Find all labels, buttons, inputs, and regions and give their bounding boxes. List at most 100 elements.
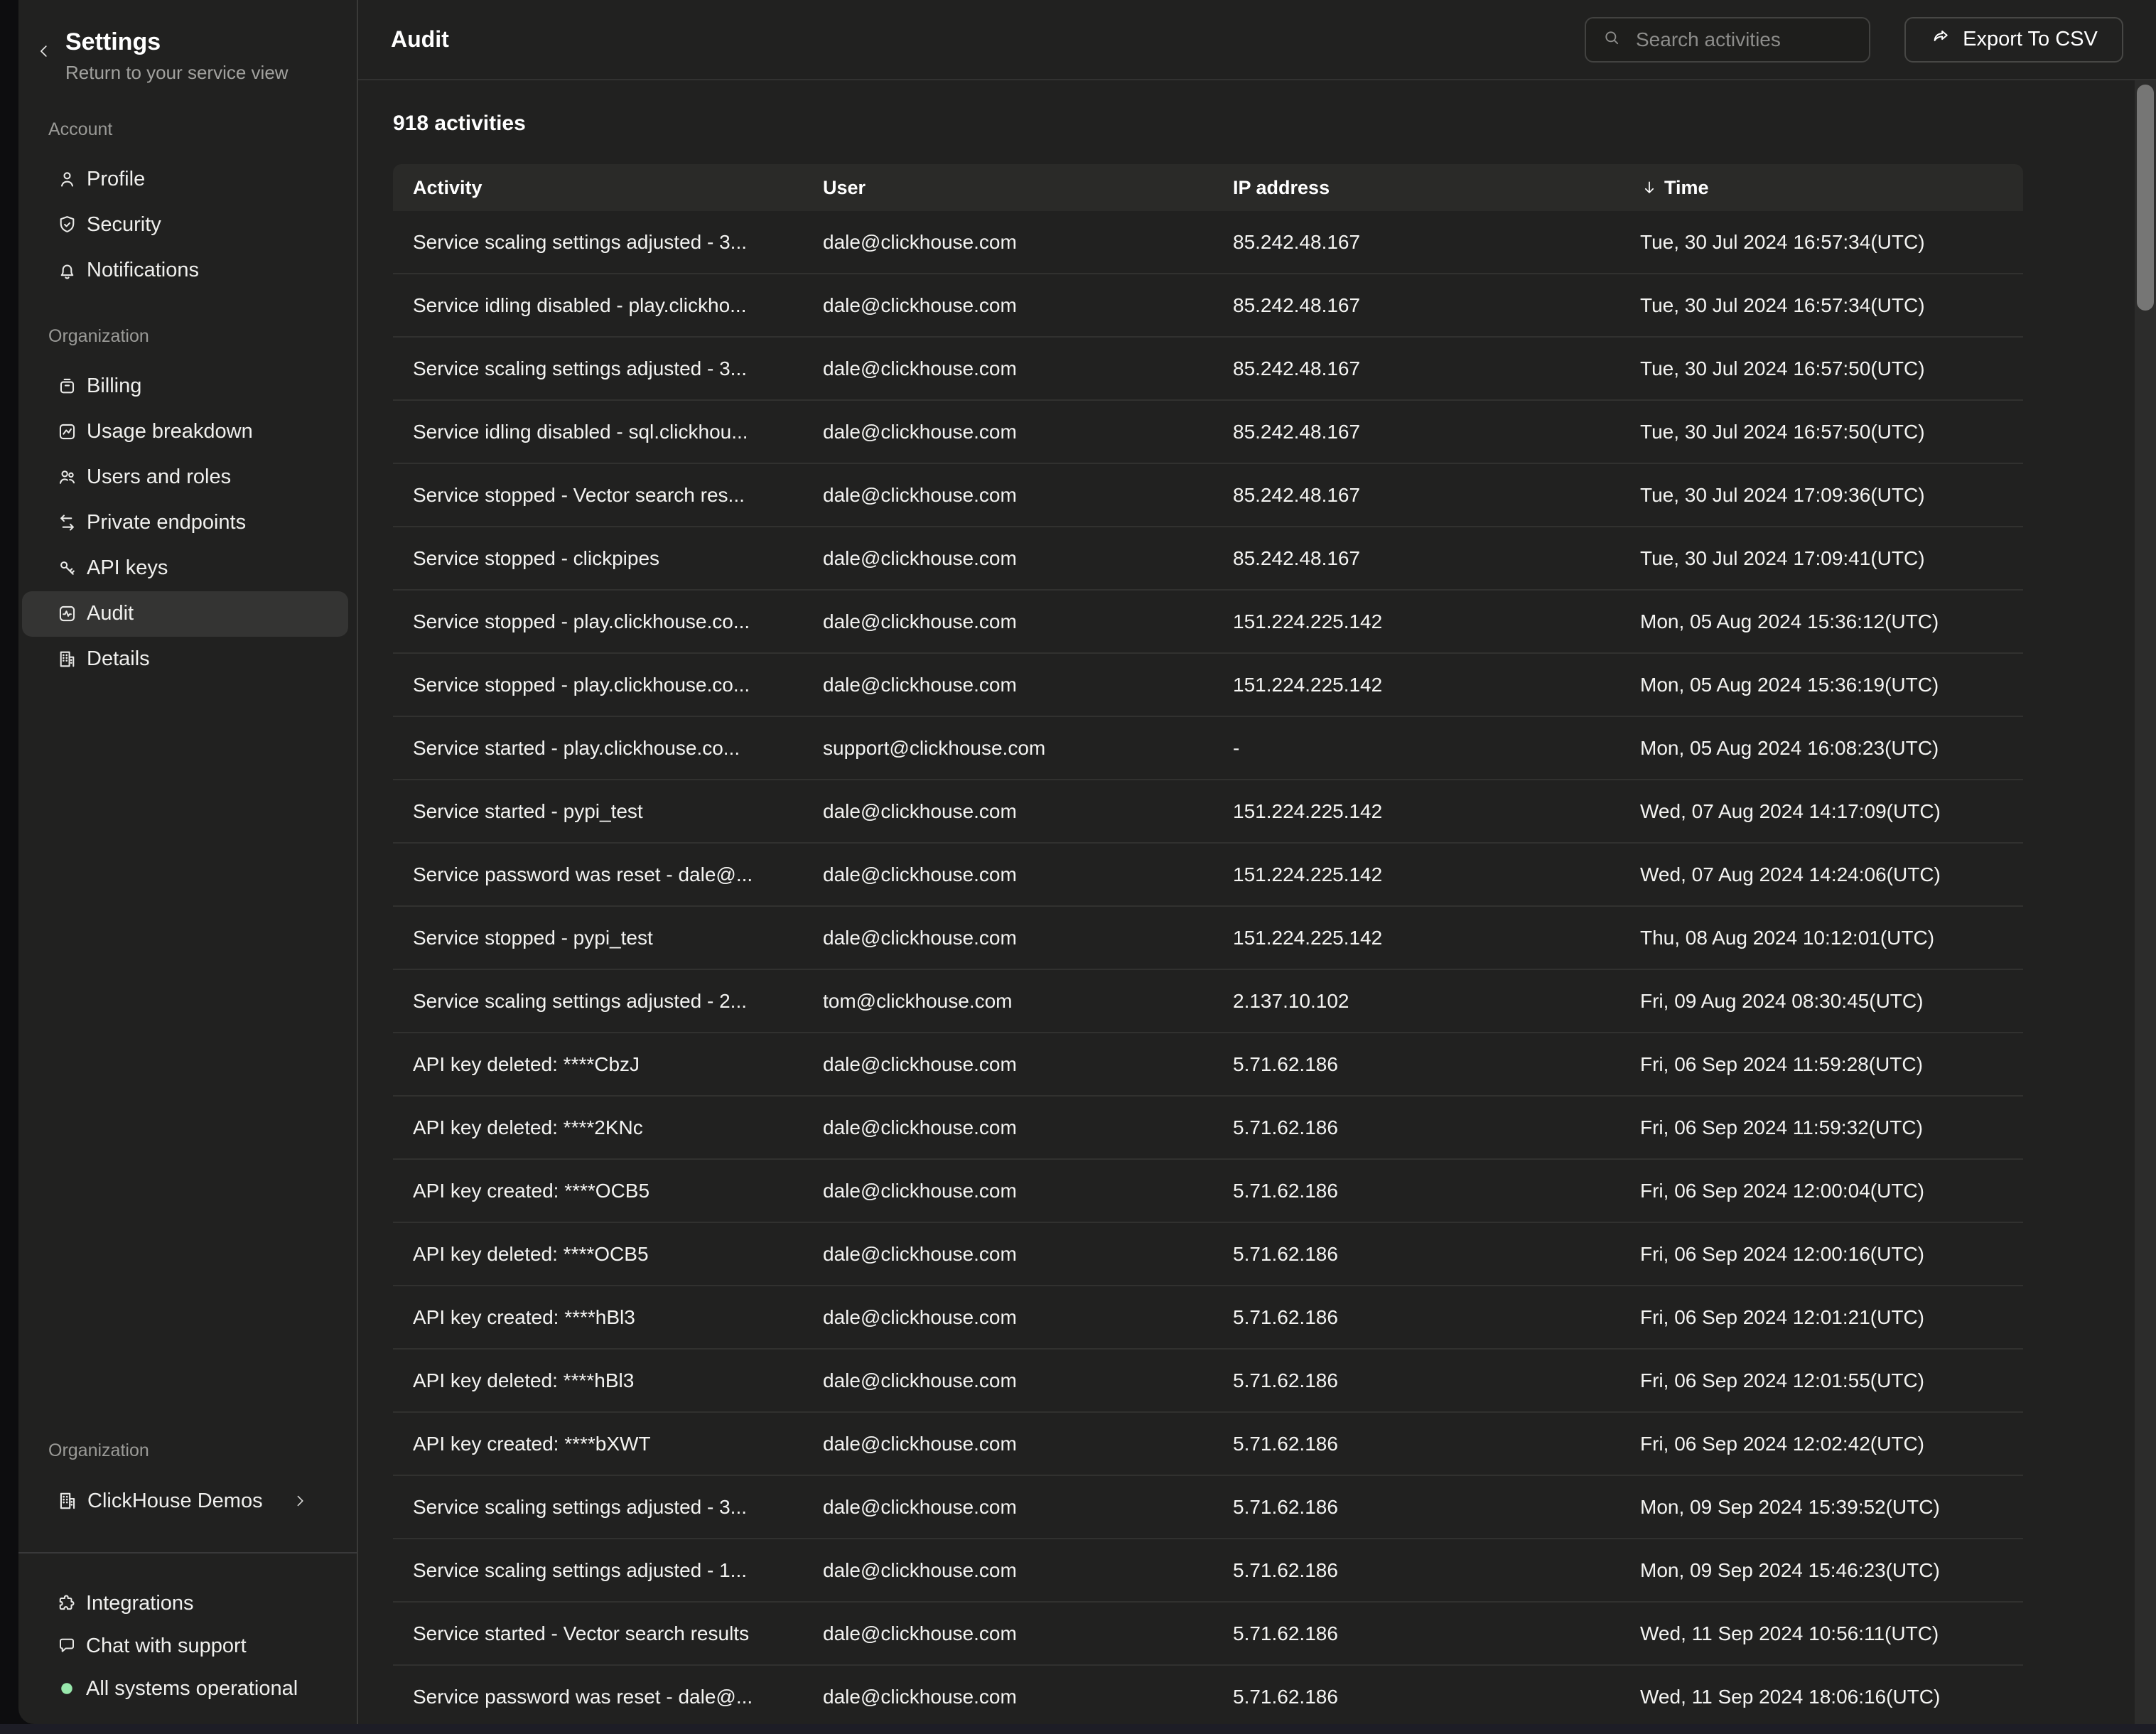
sidebar-item-details[interactable]: Details [22, 637, 348, 682]
table-row: Service scaling settings adjusted - 2...… [393, 970, 2023, 1033]
user-cell: dale@clickhouse.com [803, 1559, 1213, 1582]
time-cell: Wed, 11 Sep 2024 18:06:16(UTC) [1620, 1686, 2023, 1708]
ip-cell: 5.71.62.186 [1213, 1053, 1620, 1076]
back-button[interactable] [28, 37, 60, 68]
ip-cell: 5.71.62.186 [1213, 1243, 1620, 1266]
table-row: Service password was reset - dale@...dal… [393, 1666, 2023, 1724]
section-label-account: Account [48, 119, 357, 140]
table-row: API key deleted: ****OCB5dale@clickhouse… [393, 1223, 2023, 1286]
activity-cell: Service stopped - clickpipes [393, 547, 803, 570]
column-header-activity[interactable]: Activity [393, 177, 803, 199]
activity-cell: Service started - pypi_test [393, 800, 803, 823]
table-row: Service stopped - play.clickhouse.co...d… [393, 654, 2023, 717]
org-switcher[interactable]: ClickHouse Demos [22, 1478, 348, 1524]
sidebar-item-notifications[interactable]: Notifications [22, 248, 348, 294]
bell-icon [56, 259, 78, 281]
time-cell: Mon, 05 Aug 2024 15:36:19(UTC) [1620, 674, 2023, 696]
footer-item-chat-with-support[interactable]: Chat with support [22, 1625, 348, 1667]
ip-cell: 151.224.225.142 [1213, 927, 1620, 949]
activity-cell: Service stopped - play.clickhouse.co... [393, 610, 803, 633]
page-title: Audit [391, 26, 449, 53]
user-cell: dale@clickhouse.com [803, 357, 1213, 380]
activities-count: 918 activities [393, 112, 2156, 136]
table-row: Service started - Vector search resultsd… [393, 1603, 2023, 1666]
time-cell: Wed, 11 Sep 2024 10:56:11(UTC) [1620, 1622, 2023, 1645]
window-bottom-strip [0, 1724, 2156, 1734]
search-box[interactable] [1585, 17, 1870, 63]
sidebar-item-api-keys[interactable]: API keys [22, 546, 348, 591]
export-csv-button[interactable]: Export To CSV [1904, 17, 2123, 63]
ip-cell: 85.242.48.167 [1213, 294, 1620, 317]
ip-cell: 2.137.10.102 [1213, 990, 1620, 1013]
activity-cell: Service stopped - Vector search res... [393, 484, 803, 507]
search-input[interactable] [1634, 28, 1853, 52]
time-cell: Fri, 06 Sep 2024 12:00:04(UTC) [1620, 1180, 2023, 1202]
table-row: Service scaling settings adjusted - 3...… [393, 338, 2023, 401]
org-switcher-label: Organization [48, 1440, 357, 1461]
sidebar-item-private-endpoints[interactable]: Private endpoints [22, 500, 348, 546]
sidebar-item-users-and-roles[interactable]: Users and roles [22, 455, 348, 500]
time-cell: Fri, 06 Sep 2024 11:59:32(UTC) [1620, 1116, 2023, 1139]
sidebar-header: Settings Return to your service view [18, 0, 357, 84]
sidebar-title-block: Settings Return to your service view [65, 27, 289, 84]
table-row: API key created: ****bXWTdale@clickhouse… [393, 1413, 2023, 1476]
building-icon [56, 648, 78, 670]
table-row: Service idling disabled - play.clickho..… [393, 274, 2023, 338]
keys-icon [56, 557, 78, 579]
time-cell: Fri, 06 Sep 2024 11:59:28(UTC) [1620, 1053, 2023, 1076]
puzzle-icon [56, 1593, 77, 1614]
ip-cell: 151.224.225.142 [1213, 674, 1620, 696]
activity-cell: API key deleted: ****hBl3 [393, 1369, 803, 1392]
scrollbar-track[interactable] [2135, 80, 2156, 1724]
ip-cell: 5.71.62.186 [1213, 1686, 1620, 1708]
activity-cell: API key deleted: ****OCB5 [393, 1243, 803, 1266]
shield-icon [56, 214, 78, 236]
settings-app: Settings Return to your service view Acc… [18, 0, 2156, 1724]
sidebar-footer: Integrations Chat with support All systems… [18, 1553, 357, 1724]
footer-item-all-systems-operational[interactable]: All systems operational [22, 1667, 348, 1710]
time-cell: Wed, 07 Aug 2024 14:17:09(UTC) [1620, 800, 2023, 823]
ip-cell: 5.71.62.186 [1213, 1116, 1620, 1139]
activity-cell: Service password was reset - dale@... [393, 1686, 803, 1708]
footer-item-label: Chat with support [86, 1635, 247, 1658]
activity-cell: Service scaling settings adjusted - 3... [393, 1496, 803, 1519]
user-cell: dale@clickhouse.com [803, 1116, 1213, 1139]
sidebar-item-label: Usage breakdown [87, 420, 253, 443]
sidebar-nav: AccountProfileSecurityNotificationsOrgan… [18, 84, 357, 682]
wallet-icon [56, 375, 78, 397]
activity-cell: API key created: ****hBl3 [393, 1306, 803, 1329]
sidebar-item-security[interactable]: Security [22, 203, 348, 248]
table-row: API key deleted: ****hBl3dale@clickhouse… [393, 1350, 2023, 1413]
ip-cell: 5.71.62.186 [1213, 1433, 1620, 1455]
column-header-user[interactable]: User [803, 177, 1213, 199]
user-cell: support@clickhouse.com [803, 737, 1213, 760]
chevron-left-icon [35, 42, 53, 64]
ip-cell: 85.242.48.167 [1213, 547, 1620, 570]
audit-content: 918 activities ActivityUserIP addressTim… [358, 80, 2156, 1724]
ip-cell: 85.242.48.167 [1213, 421, 1620, 443]
column-header-ip-address[interactable]: IP address [1213, 177, 1620, 199]
user-cell: dale@clickhouse.com [803, 484, 1213, 507]
sidebar-item-label: Billing [87, 375, 141, 398]
sidebar-item-label: Security [87, 213, 161, 237]
sidebar-subtitle[interactable]: Return to your service view [65, 62, 289, 84]
footer-item-integrations[interactable]: Integrations [22, 1582, 348, 1625]
screen: Settings Return to your service view Acc… [0, 0, 2156, 1734]
table-row: Service password was reset - dale@...dal… [393, 844, 2023, 907]
scrollbar-thumb[interactable] [2137, 85, 2154, 311]
export-icon [1930, 26, 1951, 53]
audit-table-body: Service scaling settings adjusted - 3...… [393, 211, 2023, 1724]
sidebar-item-audit[interactable]: Audit [22, 591, 348, 637]
sidebar-item-label: Audit [87, 602, 134, 625]
ip-cell: 5.71.62.186 [1213, 1369, 1620, 1392]
search-icon [1602, 28, 1622, 51]
time-cell: Mon, 09 Sep 2024 15:46:23(UTC) [1620, 1559, 2023, 1582]
time-cell: Thu, 08 Aug 2024 10:12:01(UTC) [1620, 927, 2023, 949]
chart-icon [56, 421, 78, 443]
sidebar-item-usage-breakdown[interactable]: Usage breakdown [22, 409, 348, 455]
column-header-time[interactable]: Time [1620, 177, 2023, 199]
time-cell: Tue, 30 Jul 2024 16:57:50(UTC) [1620, 357, 2023, 380]
sidebar-item-profile[interactable]: Profile [22, 157, 348, 203]
export-csv-label: Export To CSV [1963, 28, 2098, 51]
sidebar-item-billing[interactable]: Billing [22, 364, 348, 409]
